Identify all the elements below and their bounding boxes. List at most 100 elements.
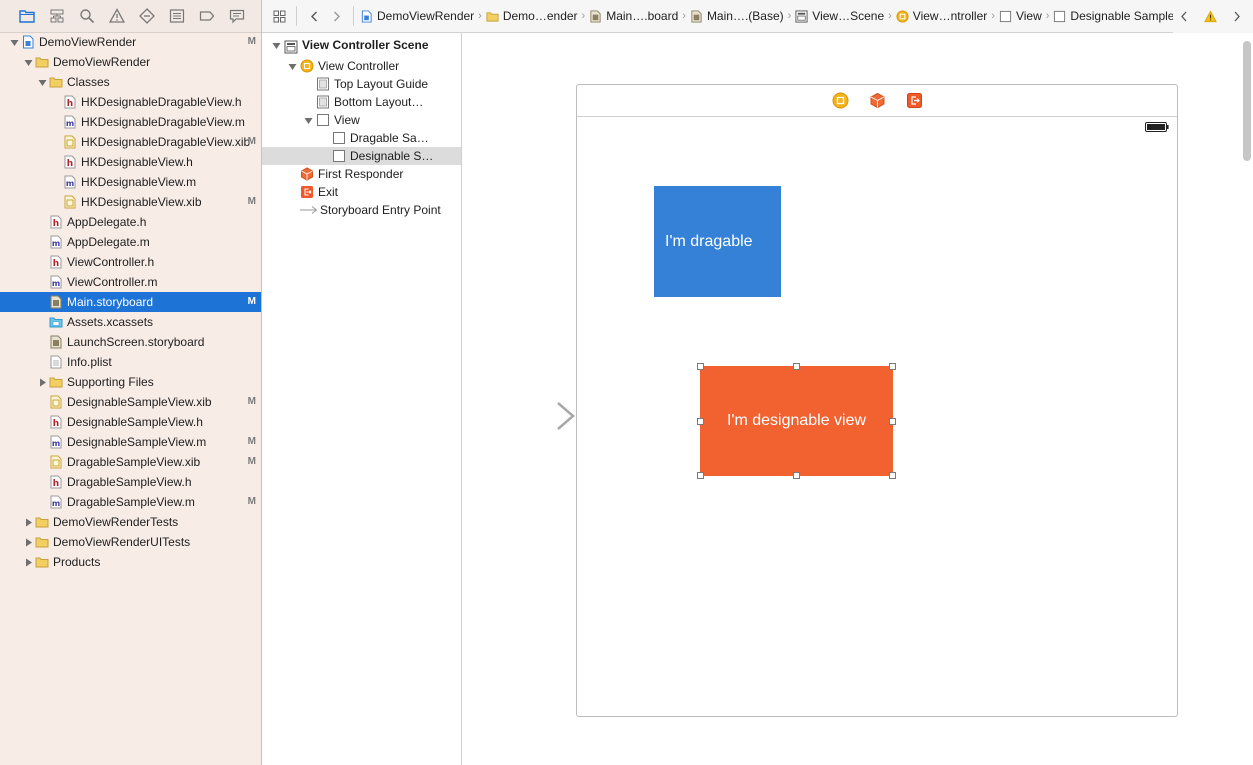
first-responder-icon[interactable] xyxy=(869,92,886,109)
tree-item[interactable]: DragableSampleView.xib M xyxy=(0,452,261,472)
tree-item[interactable]: m DesignableSampleView.m M xyxy=(0,432,261,452)
resize-handle-left[interactable] xyxy=(697,418,704,425)
outline-item[interactable]: View xyxy=(262,111,461,129)
tree-item[interactable]: m HKDesignableDragableView.m xyxy=(0,112,261,132)
forward-button[interactable] xyxy=(325,5,347,27)
tree-item-label: DesignableSampleView.xib xyxy=(67,395,212,409)
resize-handle-top-left[interactable] xyxy=(697,363,704,370)
view-controller-scene[interactable]: I'm dragable I'm designable view xyxy=(576,84,1178,717)
xib-file-icon xyxy=(63,195,77,209)
tree-item[interactable]: Products xyxy=(0,552,261,572)
warning-button[interactable] xyxy=(1199,6,1221,28)
resize-handle-top[interactable] xyxy=(793,363,800,370)
tree-item[interactable]: h HKDesignableView.h xyxy=(0,152,261,172)
resize-handle-top-right[interactable] xyxy=(889,363,896,370)
tree-item[interactable]: Info.plist xyxy=(0,352,261,372)
outline-item[interactable]: First Responder xyxy=(262,165,461,183)
storyboard-canvas[interactable]: I'm dragable I'm designable view xyxy=(462,33,1253,765)
breadcrumb-item[interactable]: View xyxy=(999,0,1042,33)
navigator-toolbar xyxy=(0,0,261,33)
tree-item[interactable]: Classes xyxy=(0,72,261,92)
scene-dock xyxy=(577,85,1177,117)
outline-item-label: View Controller xyxy=(318,59,400,73)
disclosure-open-icon[interactable] xyxy=(8,32,20,52)
tree-item[interactable]: m ViewController.m xyxy=(0,272,261,292)
disclosure-closed-icon[interactable] xyxy=(22,552,34,572)
tree-item[interactable]: DemoViewRenderUITests xyxy=(0,532,261,552)
dragable-sample-view[interactable]: I'm dragable xyxy=(654,186,781,297)
designable-sample-view[interactable]: I'm designable view xyxy=(700,366,893,476)
tree-item[interactable]: m HKDesignableView.m xyxy=(0,172,261,192)
tree-item[interactable]: DemoViewRender xyxy=(0,52,261,72)
tree-item[interactable]: m AppDelegate.m xyxy=(0,232,261,252)
related-items-button[interactable] xyxy=(268,5,290,27)
disclosure-open-icon[interactable] xyxy=(286,57,298,75)
tab-issue-navigator[interactable] xyxy=(108,7,126,25)
tree-item[interactable]: HKDesignableDragableView.xib M xyxy=(0,132,261,152)
disclosure-closed-icon[interactable] xyxy=(22,512,34,532)
tree-item[interactable]: LaunchScreen.storyboard xyxy=(0,332,261,352)
tree-item[interactable]: h ViewController.h xyxy=(0,252,261,272)
tree-item[interactable]: h DragableSampleView.h xyxy=(0,472,261,492)
test-navigator-icon xyxy=(139,8,155,24)
breadcrumb-item[interactable]: Demo…ender xyxy=(486,0,578,33)
disclosure-open-icon[interactable] xyxy=(36,72,48,92)
svg-text:h: h xyxy=(53,219,59,229)
view-controller-icon[interactable] xyxy=(832,92,849,109)
tree-item[interactable]: h DesignableSampleView.h xyxy=(0,412,261,432)
resize-handle-right[interactable] xyxy=(889,418,896,425)
breadcrumb-separator-icon: › xyxy=(478,10,482,22)
scrollbar-thumb[interactable] xyxy=(1243,41,1251,161)
view-icon xyxy=(332,131,346,145)
outline-item[interactable]: Top Layout Guide xyxy=(262,75,461,93)
resize-handle-bottom-right[interactable] xyxy=(889,472,896,479)
tree-item[interactable]: h HKDesignableDragableView.h xyxy=(0,92,261,112)
issue-back-button[interactable] xyxy=(1173,6,1195,28)
tree-item[interactable]: Assets.xcassets xyxy=(0,312,261,332)
tree-item[interactable]: DemoViewRender M xyxy=(0,32,261,52)
tree-item[interactable]: Supporting Files xyxy=(0,372,261,392)
tab-breakpoint-navigator[interactable] xyxy=(198,7,216,25)
disclosure-open-icon[interactable] xyxy=(302,111,314,129)
tab-find-navigator[interactable] xyxy=(78,7,96,25)
tab-test-navigator[interactable] xyxy=(138,7,156,25)
breadcrumb-item[interactable]: DemoViewRender xyxy=(360,0,474,33)
outline-item[interactable]: View Controller xyxy=(262,57,461,75)
back-button[interactable] xyxy=(303,5,325,27)
disclosure-closed-icon[interactable] xyxy=(36,372,48,392)
chevron-left-icon xyxy=(1180,11,1186,22)
tree-item[interactable]: Main.storyboard M xyxy=(0,292,261,312)
outline-item[interactable]: Bottom Layout… xyxy=(262,93,461,111)
tab-debug-navigator[interactable] xyxy=(168,7,186,25)
resize-handle-bottom-left[interactable] xyxy=(697,472,704,479)
vertical-scrollbar[interactable] xyxy=(1243,41,1251,761)
tab-report-navigator[interactable] xyxy=(228,7,246,25)
tree-item-label: DemoViewRenderUITests xyxy=(53,535,191,549)
outline-item[interactable]: Storyboard Entry Point xyxy=(262,201,461,219)
storyboard-entry-arrow[interactable] xyxy=(480,400,576,430)
resize-handle-bottom[interactable] xyxy=(793,472,800,479)
tab-symbol-navigator[interactable] xyxy=(48,7,66,25)
tree-item[interactable]: h AppDelegate.h xyxy=(0,212,261,232)
exit-icon[interactable] xyxy=(906,92,923,109)
tree-item[interactable]: DesignableSampleView.xib M xyxy=(0,392,261,412)
disclosure-open-icon[interactable] xyxy=(270,33,282,57)
breadcrumb-item[interactable]: View…Scene xyxy=(795,0,884,33)
tab-project-navigator[interactable] xyxy=(18,7,36,25)
tree-item[interactable]: DemoViewRenderTests xyxy=(0,512,261,532)
outline-item[interactable]: Designable S… xyxy=(262,147,461,165)
issue-forward-button[interactable] xyxy=(1225,6,1247,28)
outline-scene-header[interactable]: View Controller Scene xyxy=(262,33,461,57)
svg-text:m: m xyxy=(66,119,74,128)
tree-item[interactable]: HKDesignableView.xib M xyxy=(0,192,261,212)
issue-navigator-icon xyxy=(109,8,125,23)
breadcrumb-item[interactable]: Main….board xyxy=(589,0,678,33)
breadcrumb-item[interactable]: Main….(Base) xyxy=(690,0,784,33)
grid-icon xyxy=(273,10,285,22)
breadcrumb-item[interactable]: View…ntroller xyxy=(896,0,987,33)
tree-item[interactable]: m DragableSampleView.m M xyxy=(0,492,261,512)
disclosure-closed-icon[interactable] xyxy=(22,532,34,552)
outline-item[interactable]: Dragable Sa… xyxy=(262,129,461,147)
disclosure-open-icon[interactable] xyxy=(22,52,34,72)
outline-item[interactable]: Exit xyxy=(262,183,461,201)
